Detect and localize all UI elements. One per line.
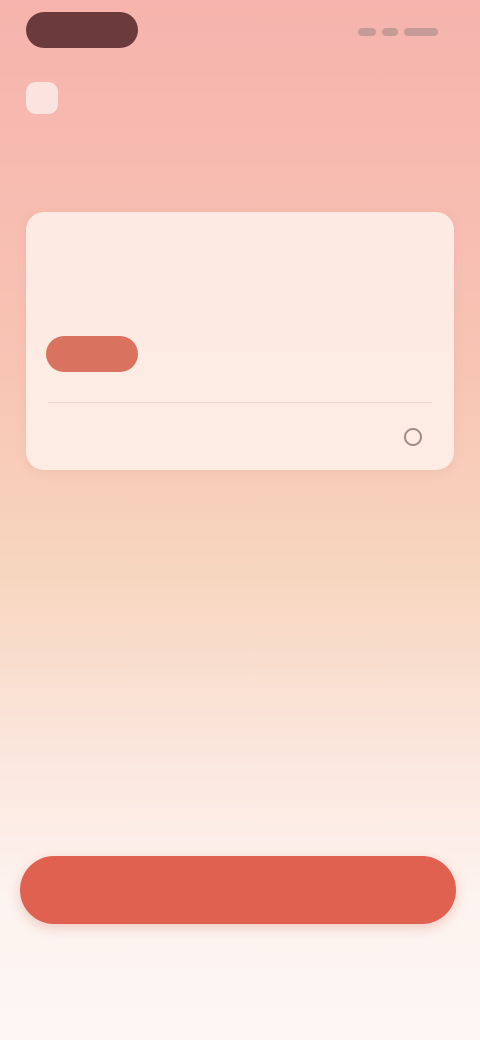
- clock-icon: [404, 428, 422, 446]
- tag-chip[interactable]: [46, 336, 138, 372]
- primary-cta-button[interactable]: [20, 856, 456, 924]
- status-icons: [358, 26, 444, 38]
- status-bar: [0, 0, 480, 60]
- wifi-icon: [382, 28, 398, 36]
- battery-icon: [404, 28, 438, 36]
- app-icon[interactable]: [26, 82, 58, 114]
- card-footer-value[interactable]: [404, 428, 432, 446]
- content-card: [26, 212, 454, 470]
- app-header: [26, 78, 72, 118]
- signal-icon: [358, 28, 376, 36]
- dynamic-island: [26, 12, 138, 48]
- card-divider: [48, 402, 432, 403]
